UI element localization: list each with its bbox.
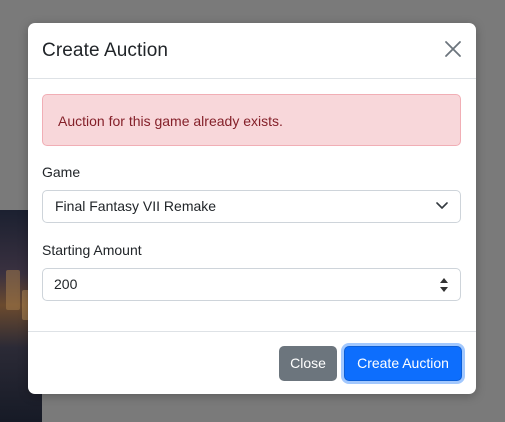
decrement-icon[interactable]	[439, 286, 449, 294]
chevron-down-icon	[436, 202, 448, 209]
game-select[interactable]: Final Fantasy VII Remake	[42, 190, 461, 223]
close-icon[interactable]	[444, 40, 462, 58]
modal-header: Create Auction	[28, 23, 476, 79]
game-select-value: Final Fantasy VII Remake	[55, 198, 217, 214]
starting-amount-label: Starting Amount	[42, 242, 142, 258]
increment-icon[interactable]	[439, 276, 449, 284]
create-auction-modal: Create Auction Auction for this game alr…	[28, 23, 476, 394]
modal-title: Create Auction	[42, 40, 169, 61]
game-label: Game	[42, 164, 81, 180]
create-auction-button[interactable]: Create Auction	[344, 346, 462, 381]
close-button[interactable]: Close	[279, 346, 337, 381]
starting-amount-value: 200	[54, 276, 78, 292]
number-spinner	[439, 276, 449, 294]
modal-footer: Close Create Auction	[28, 331, 476, 394]
error-alert: Auction for this game already exists.	[42, 94, 461, 146]
starting-amount-input[interactable]: 200	[42, 268, 461, 301]
